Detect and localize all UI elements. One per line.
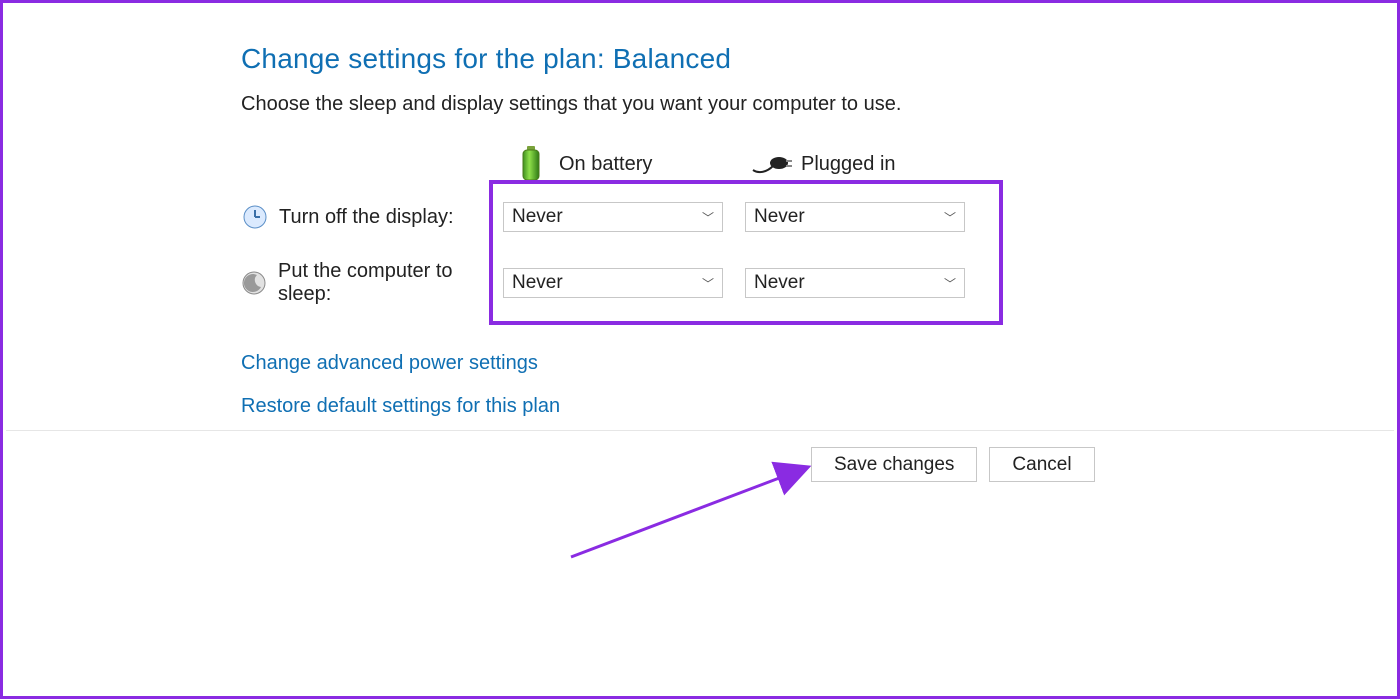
column-headers: On battery Plugged in xyxy=(241,144,1241,184)
page-title: Change settings for the plan: Balanced xyxy=(241,43,1241,75)
save-button[interactable]: Save changes xyxy=(811,447,977,482)
select-sleep-plugged-value: Never xyxy=(754,272,805,294)
select-sleep-plugged[interactable]: Never ﹀ xyxy=(745,268,965,298)
header-plugged-in: Plugged in xyxy=(745,152,987,176)
link-restore-defaults[interactable]: Restore default settings for this plan xyxy=(241,395,1241,418)
battery-icon xyxy=(503,144,559,184)
footer-separator xyxy=(6,430,1394,431)
footer-buttons: Save changes Cancel xyxy=(811,447,1107,482)
row-sleep-label: Put the computer to sleep: xyxy=(278,260,503,306)
select-display-off-battery-value: Never xyxy=(512,206,563,228)
chevron-down-icon: ﹀ xyxy=(702,209,714,226)
chevron-down-icon: ﹀ xyxy=(944,209,956,226)
row-sleep: Put the computer to sleep: Never ﹀ Never… xyxy=(241,260,1241,306)
chevron-down-icon: ﹀ xyxy=(944,275,956,292)
page-subtitle: Choose the sleep and display settings th… xyxy=(241,93,1241,116)
select-sleep-battery-value: Never xyxy=(512,272,563,294)
row-turn-off-display-label-cell: Turn off the display: xyxy=(241,203,503,231)
plug-icon xyxy=(745,152,801,176)
annotation-arrow xyxy=(563,453,823,573)
window-frame: Change settings for the plan: Balanced C… xyxy=(0,0,1400,699)
row-turn-off-display-label: Turn off the display: xyxy=(279,206,454,229)
header-on-battery-label: On battery xyxy=(559,153,652,176)
chevron-down-icon: ﹀ xyxy=(702,275,714,292)
content-area: Change settings for the plan: Balanced C… xyxy=(241,43,1241,438)
select-display-off-plugged[interactable]: Never ﹀ xyxy=(745,202,965,232)
cancel-button[interactable]: Cancel xyxy=(989,447,1094,482)
header-on-battery: On battery xyxy=(503,144,745,184)
moon-icon xyxy=(241,269,268,297)
select-display-off-plugged-value: Never xyxy=(754,206,805,228)
row-turn-off-display: Turn off the display: Never ﹀ Never ﹀ xyxy=(241,202,1241,232)
link-advanced-power-settings[interactable]: Change advanced power settings xyxy=(241,352,1241,375)
select-display-off-battery[interactable]: Never ﹀ xyxy=(503,202,723,232)
links-area: Change advanced power settings Restore d… xyxy=(241,352,1241,418)
select-sleep-battery[interactable]: Never ﹀ xyxy=(503,268,723,298)
header-plugged-in-label: Plugged in xyxy=(801,153,896,176)
display-icon xyxy=(241,203,269,231)
row-sleep-label-cell: Put the computer to sleep: xyxy=(241,260,503,306)
